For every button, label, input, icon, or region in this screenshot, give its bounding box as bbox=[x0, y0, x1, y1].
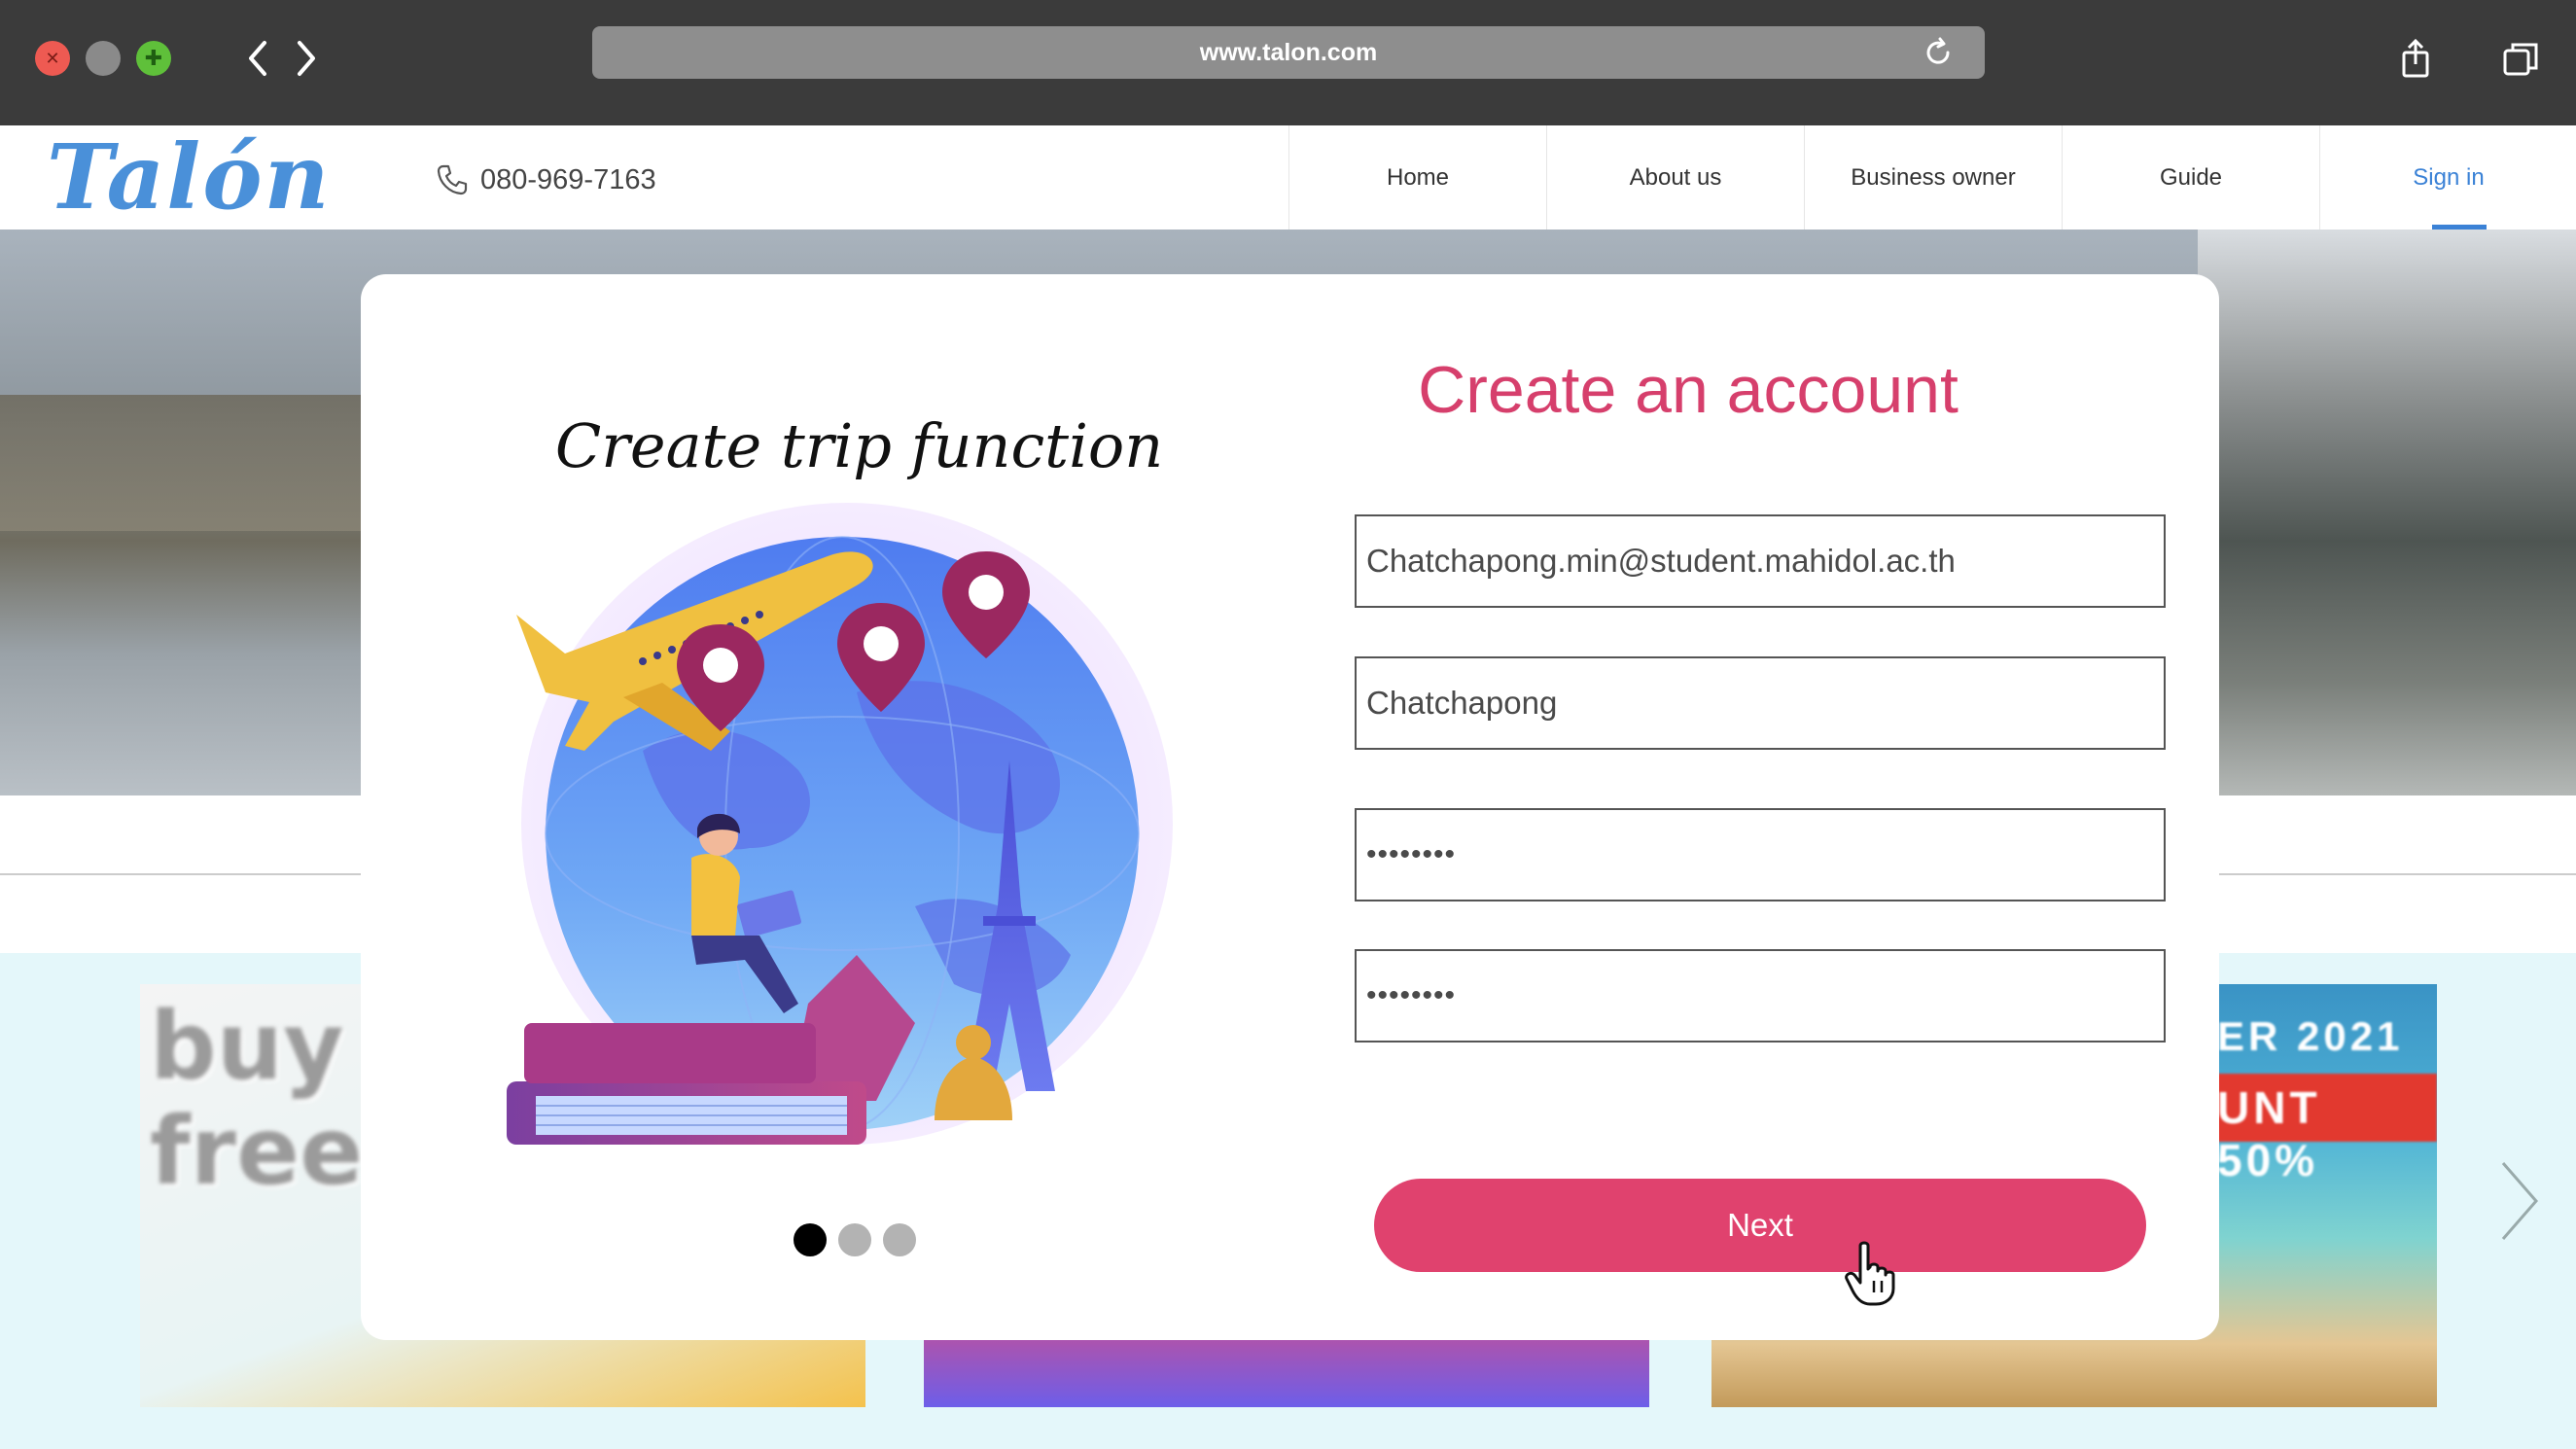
back-arrow-icon[interactable] bbox=[237, 29, 276, 88]
phone-contact: 080-969-7163 bbox=[436, 160, 656, 199]
minimize-window-button[interactable] bbox=[86, 41, 121, 76]
nav-business-owner[interactable]: Business owner bbox=[1804, 125, 2062, 230]
carousel-dots bbox=[794, 1223, 916, 1256]
reload-icon[interactable] bbox=[1921, 35, 1956, 70]
phone-number: 080-969-7163 bbox=[480, 163, 656, 195]
create-account-title: Create an account bbox=[1418, 353, 1958, 427]
url-text: www.talon.com bbox=[1199, 39, 1378, 66]
confirm-password-field[interactable] bbox=[1355, 949, 2166, 1043]
harbor-image bbox=[2198, 230, 2576, 795]
nav-about-us[interactable]: About us bbox=[1546, 125, 1804, 230]
nav-sign-in[interactable]: Sign in bbox=[2319, 125, 2576, 230]
maximize-window-button[interactable] bbox=[136, 41, 171, 76]
nav-home[interactable]: Home bbox=[1288, 125, 1546, 230]
password-field[interactable] bbox=[1355, 808, 2166, 901]
carousel-dot-1[interactable] bbox=[794, 1223, 827, 1256]
next-button[interactable]: Next bbox=[1374, 1179, 2146, 1272]
travel-globe-illustration bbox=[507, 503, 1173, 1145]
carousel-dot-2[interactable] bbox=[838, 1223, 871, 1256]
bridge-image bbox=[0, 395, 389, 531]
feature-title: Create trip function bbox=[554, 410, 1164, 481]
share-icon[interactable] bbox=[2394, 37, 2437, 80]
name-field[interactable] bbox=[1355, 656, 2166, 750]
phone-icon bbox=[437, 164, 468, 195]
forward-arrow-icon[interactable] bbox=[288, 29, 327, 88]
nav-guide[interactable]: Guide bbox=[2062, 125, 2319, 230]
email-field[interactable] bbox=[1355, 514, 2166, 608]
talon-logo[interactable]: Talón bbox=[47, 125, 331, 230]
promo-text-top: ER 2021 bbox=[2217, 1013, 2404, 1059]
signup-modal: Create trip function Create an account C… bbox=[361, 274, 2219, 1340]
carousel-dot-3[interactable] bbox=[883, 1223, 916, 1256]
address-bar[interactable]: www.talon.com bbox=[592, 26, 1985, 79]
close-window-button[interactable] bbox=[35, 41, 70, 76]
browser-toolbar: www.talon.com bbox=[0, 0, 2576, 125]
carousel-next-icon[interactable] bbox=[2495, 1157, 2544, 1245]
main-nav: Home About us Business owner Guide Sign … bbox=[1288, 125, 2576, 230]
tabs-icon[interactable] bbox=[2499, 37, 2542, 80]
pointer-hand-icon bbox=[1845, 1241, 1895, 1306]
site-header: Talón 080-969-7163 Home About us Busines… bbox=[0, 125, 2576, 230]
promo-text-bottom: UNT 50% bbox=[2217, 1082, 2321, 1185]
